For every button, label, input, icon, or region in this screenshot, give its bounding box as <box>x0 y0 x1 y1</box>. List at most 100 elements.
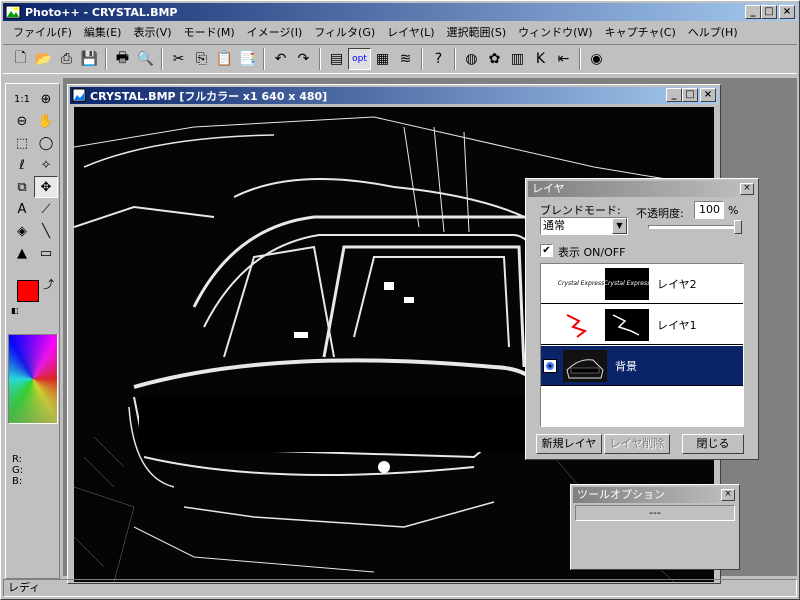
crop-tool[interactable]: ⧉ <box>10 176 34 198</box>
doc-minimize-button[interactable]: _ <box>666 88 682 102</box>
layer-row-layer1[interactable]: レイヤ1 <box>541 305 743 345</box>
menu-item-3[interactable]: モード(M) <box>178 24 241 40</box>
background-thumb <box>563 349 607 382</box>
pen-tool[interactable]: ▲ <box>10 242 34 264</box>
statusbar: レディ <box>3 579 797 597</box>
fill-tool[interactable]: ◈ <box>10 220 34 242</box>
layer-row-layer2[interactable]: Crystal Express Crystal Express レイヤ2 <box>541 264 743 304</box>
chevron-down-icon[interactable]: ▼ <box>612 218 627 234</box>
print-preview-icon[interactable]: 🔍 <box>134 48 157 70</box>
layer-panel: レイヤ × ブレンドモード: 通常 ▼ 不透明度: 100 % ✔ 表示 ON/… <box>525 178 759 460</box>
layer-name: レイヤ1 <box>657 318 697 332</box>
zoom-in-tool[interactable]: ⊕ <box>34 88 58 110</box>
options-icon[interactable]: opt <box>348 48 371 70</box>
reset-colors-icon[interactable]: ◧ <box>11 306 19 315</box>
delete-layer-button[interactable]: レイヤ削除 <box>604 434 670 454</box>
app-icon[interactable] <box>5 4 21 20</box>
tool-options-close-button[interactable]: × <box>721 489 735 501</box>
move-tool[interactable]: ✥ <box>34 176 58 198</box>
app-title: Photo++ - CRYSTAL.BMP <box>25 5 178 19</box>
menu-item-8[interactable]: ウィンドウ(W) <box>512 24 598 40</box>
menu-item-2[interactable]: 表示(V) <box>127 24 177 40</box>
toolbar-separator <box>454 48 456 70</box>
image-window-icon[interactable]: ▤ <box>325 48 348 70</box>
tool-options-value: --- <box>575 505 735 521</box>
color-selector[interactable]: ⤴ ◧ <box>11 278 57 324</box>
blend-mode-label: ブレンドモード: <box>540 204 621 217</box>
layer2-thumb: Crystal Express <box>604 267 650 300</box>
color-wheel-icon[interactable]: ◍ <box>460 48 483 70</box>
save-icon[interactable]: 💾 <box>78 48 101 70</box>
new-layer-button[interactable]: 新規レイヤ <box>536 434 602 454</box>
layer-panel-title[interactable]: レイヤ <box>528 181 756 197</box>
minimize-button[interactable]: _ <box>745 5 761 19</box>
menu-item-0[interactable]: ファイル(F) <box>7 24 78 40</box>
r-label: R: <box>12 454 23 465</box>
new-file-icon[interactable]: 🗋 <box>9 48 32 70</box>
menu-item-5[interactable]: フィルタ(G) <box>308 24 381 40</box>
cut-icon[interactable]: ✂ <box>167 48 190 70</box>
ellipse-select-tool[interactable]: ◯ <box>34 132 58 154</box>
visibility-label: 表示 ON/OFF <box>558 246 626 259</box>
paste-special-icon[interactable]: 📑 <box>236 48 259 70</box>
open-folder-icon[interactable]: 📂 <box>32 48 55 70</box>
visibility-checkbox[interactable]: ✔ <box>540 244 553 257</box>
lasso-tool[interactable]: ℓ <box>10 154 34 176</box>
eyedropper-tool[interactable]: ⟋ <box>34 198 58 220</box>
foreground-color[interactable] <box>17 280 39 302</box>
scanner-icon[interactable]: ⎙ <box>55 48 78 70</box>
paste-icon[interactable]: 📋 <box>213 48 236 70</box>
line-tool[interactable]: ╲ <box>34 220 58 242</box>
text-tool[interactable]: A <box>10 198 34 220</box>
close-button[interactable]: × <box>779 5 795 19</box>
maximize-button[interactable]: □ <box>761 5 777 19</box>
zoom-1to1-tool[interactable]: 1:1 <box>10 88 34 110</box>
undo-icon[interactable]: ↶ <box>269 48 292 70</box>
menu-item-10[interactable]: ヘルプ(H) <box>682 24 744 40</box>
opacity-slider-track[interactable] <box>648 225 740 229</box>
menu-item-9[interactable]: キャプチャ(C) <box>599 24 682 40</box>
eye-icon[interactable] <box>543 358 557 373</box>
menu-item-1[interactable]: 編集(E) <box>78 24 128 40</box>
document-titlebar[interactable]: CRYSTAL.BMP [フルカラー x1 640 x 480] _ □ × <box>70 87 718 104</box>
magic-wand-tool[interactable]: ✧ <box>34 154 58 176</box>
zoom-out-tool[interactable]: ⊖ <box>10 110 34 132</box>
rect-select-tool[interactable]: ⬚ <box>10 132 34 154</box>
rgb-icon[interactable]: ✿ <box>483 48 506 70</box>
hand-tool[interactable]: ✋ <box>34 110 58 132</box>
swap-colors-icon[interactable]: ⤴ <box>43 276 54 292</box>
menu-item-6[interactable]: レイヤ(L) <box>381 24 440 40</box>
color-palette[interactable] <box>8 334 58 424</box>
g-label: G: <box>12 465 24 476</box>
tool-options-panel: ツールオプション × --- <box>570 484 740 570</box>
redo-icon[interactable]: ↷ <box>292 48 315 70</box>
tool-options-title[interactable]: ツールオプション <box>573 487 737 503</box>
layer-panel-close-button[interactable]: × <box>740 183 754 195</box>
layer1-mask-thumb <box>559 308 603 341</box>
close-panel-button[interactable]: 閉じる <box>682 434 744 454</box>
opacity-input[interactable]: 100 <box>694 201 724 219</box>
layers-icon[interactable]: ≋ <box>394 48 417 70</box>
document-icon[interactable] <box>72 88 86 105</box>
eraser-tool[interactable]: ▭ <box>34 242 58 264</box>
app-titlebar[interactable]: Photo++ - CRYSTAL.BMP _ □ × <box>3 3 797 21</box>
opacity-slider-thumb[interactable] <box>734 220 742 234</box>
layer2-mask-thumb: Crystal Express <box>558 267 604 300</box>
menu-item-4[interactable]: イメージ(I) <box>241 24 309 40</box>
channels-icon[interactable]: ▥ <box>506 48 529 70</box>
eye-icon[interactable]: ◉ <box>585 48 608 70</box>
level-icon[interactable]: ⇤ <box>552 48 575 70</box>
menu-item-7[interactable]: 選択範囲(S) <box>441 24 513 40</box>
toolbar-separator <box>579 48 581 70</box>
color-grid-icon[interactable]: ▦ <box>371 48 394 70</box>
blend-mode-select[interactable]: 通常 ▼ <box>540 217 628 235</box>
print-icon[interactable]: 🖶 <box>111 48 134 70</box>
doc-maximize-button[interactable]: □ <box>682 88 698 102</box>
doc-close-button[interactable]: × <box>700 88 716 102</box>
help-icon[interactable]: ? <box>427 48 450 70</box>
toolbox: 1:1 ⊕ ⊖ ✋ ⬚ ◯ ℓ ✧ ⧉ ✥ A ⟋ ◈ ╲ ▲ ▭ ⤴ ◧ R: G: B: <box>5 83 60 579</box>
copy-icon[interactable]: ⎘ <box>190 48 213 70</box>
layer-row-background[interactable]: 背景 <box>541 346 743 386</box>
k-channel-icon[interactable]: K <box>529 48 552 70</box>
layer-name: 背景 <box>615 359 637 373</box>
